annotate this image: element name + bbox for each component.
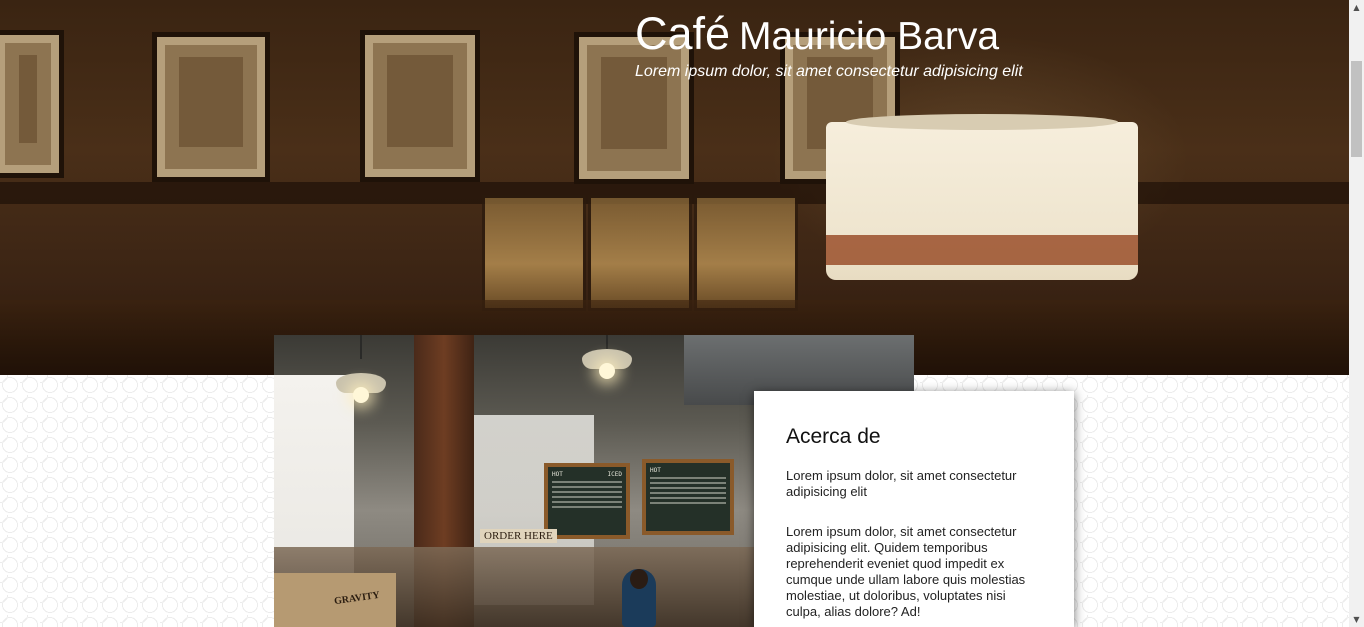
hero-banner: Café Mauricio Barva Lorem ipsum dolor, s… xyxy=(0,0,1349,375)
hero-pastry-case xyxy=(694,195,798,311)
site-subtitle: Lorem ipsum dolor, sit amet consectetur … xyxy=(635,63,1023,80)
about-card: Acerca de Lorem ipsum dolor, sit amet co… xyxy=(754,391,1074,627)
menu-board-right: HOT xyxy=(642,459,734,535)
menu-board-heading: ICED xyxy=(607,471,622,478)
hero-pastry-case xyxy=(588,195,692,311)
site-title-name: Mauricio Barva xyxy=(738,15,1000,58)
photo-light-bulb xyxy=(353,387,369,403)
page-scrollbar[interactable]: ▲ ▼ xyxy=(1349,0,1364,627)
scroll-down-arrow-icon[interactable]: ▼ xyxy=(1349,612,1364,627)
menu-board-heading: HOT xyxy=(552,471,563,478)
menu-board-heading: HOT xyxy=(650,467,661,474)
photo-barista-head xyxy=(630,569,648,589)
about-paragraph-2: Lorem ipsum dolor, sit amet consectetur … xyxy=(786,524,1026,619)
scrollbar-thumb[interactable] xyxy=(1351,61,1362,157)
order-here-sign: ORDER HERE xyxy=(480,529,557,543)
site-title: Café Mauricio Barva xyxy=(635,8,999,60)
hero-wall-frame xyxy=(360,30,480,182)
hero-wall-frame xyxy=(152,32,270,182)
hero-pastry-case xyxy=(482,195,586,311)
hero-pendant-lamp xyxy=(826,114,1138,280)
photo-light-bulb xyxy=(599,363,615,379)
menu-board-left: HOT ICED xyxy=(544,463,630,539)
about-heading: Acerca de xyxy=(786,425,881,448)
site-title-cafe: Café xyxy=(635,8,731,59)
scroll-up-arrow-icon[interactable]: ▲ xyxy=(1349,0,1364,15)
about-paragraph-1: Lorem ipsum dolor, sit amet consectetur … xyxy=(786,468,1017,499)
hero-wall-frame xyxy=(0,30,64,178)
